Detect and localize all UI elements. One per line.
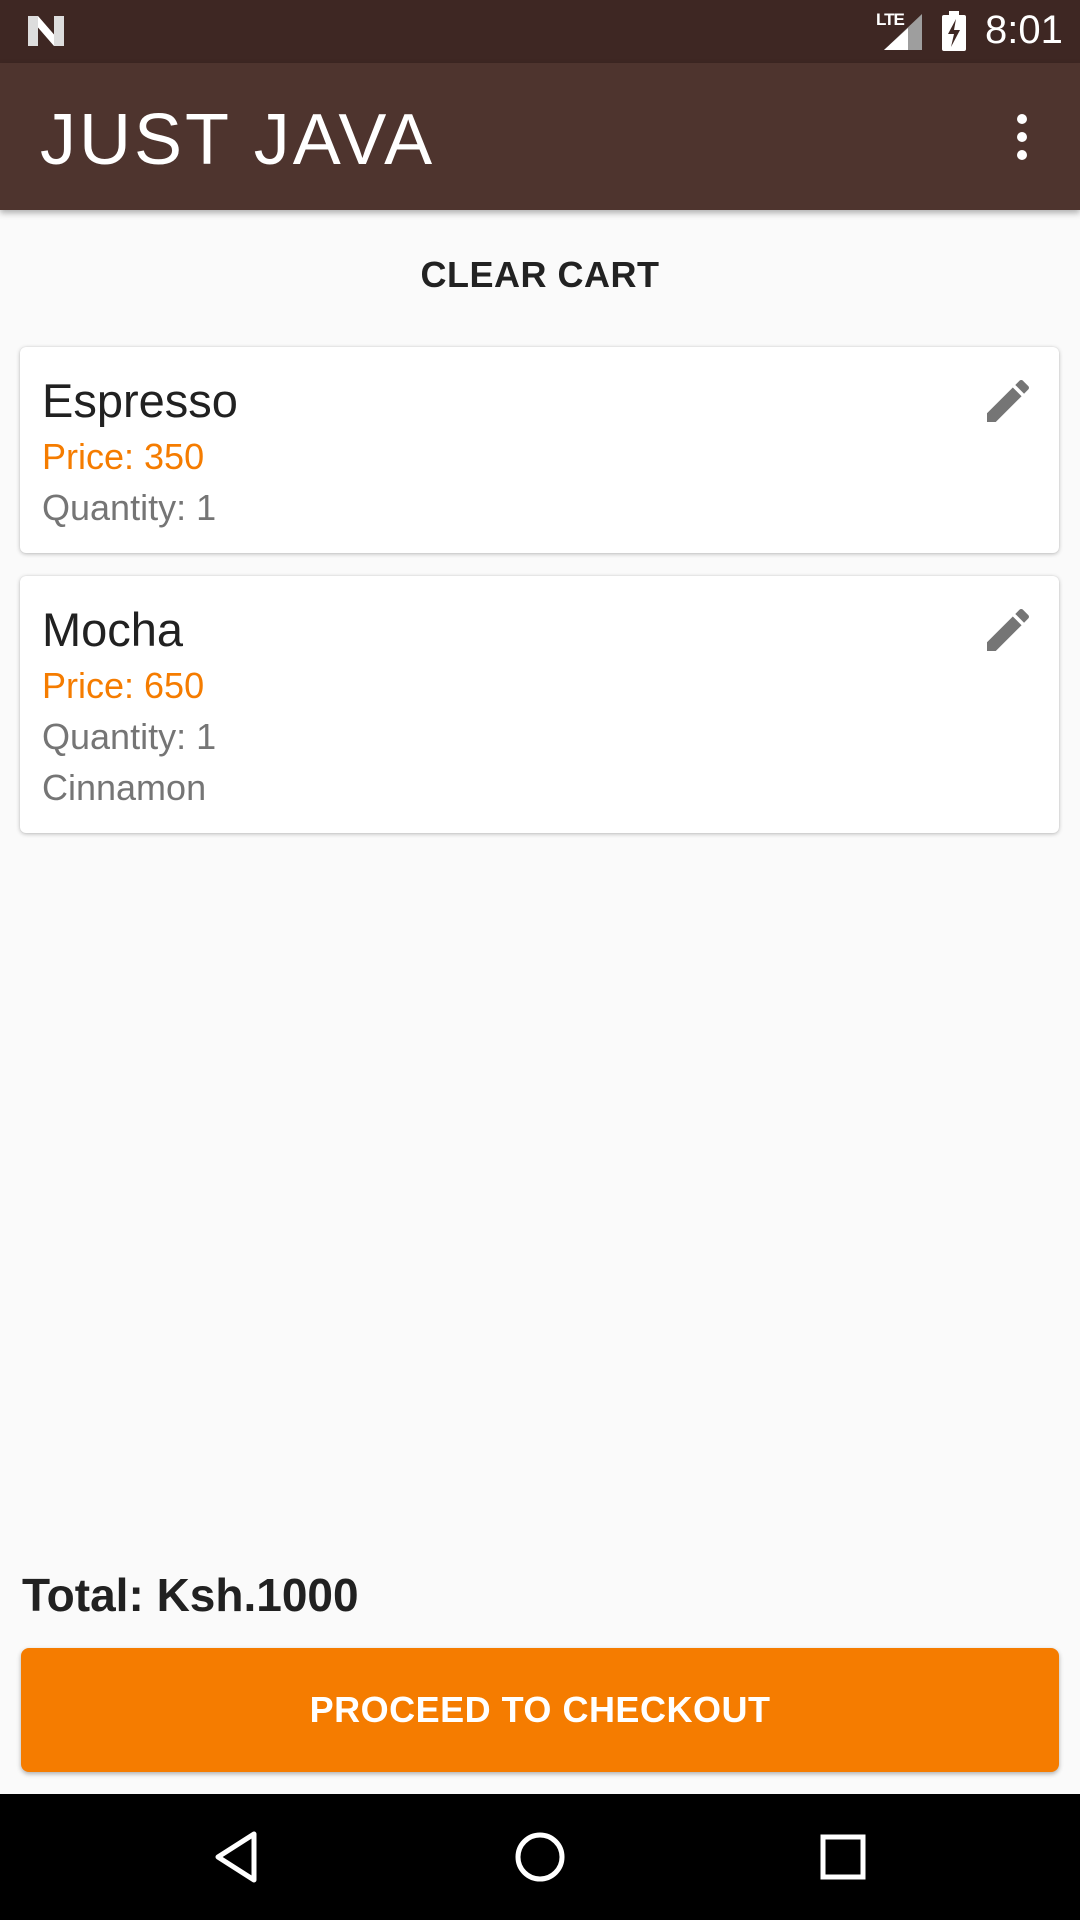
cart-item-quantity: Quantity: 1: [42, 716, 217, 757]
n-logo-icon: [28, 16, 64, 46]
cart-item-quantity: Quantity: 1: [42, 487, 217, 528]
clear-cart-button[interactable]: CLEAR CART: [0, 245, 1080, 305]
cart-total: Total: Ksh.1000: [22, 1569, 359, 1621]
pencil-icon[interactable]: [980, 602, 1036, 658]
cart-item-price: Price: 650: [42, 665, 205, 706]
back-icon[interactable]: [204, 1824, 270, 1890]
cart-item-price: Price: 350: [42, 436, 205, 477]
cart-item-extra: Cinnamon: [42, 767, 207, 808]
cart-item-espresso[interactable]: Espresso Price: 350 Quantity: 1: [20, 347, 1059, 553]
home-icon[interactable]: [507, 1824, 573, 1890]
cart-item-name: Espresso: [42, 374, 238, 427]
more-vert-icon[interactable]: [1000, 109, 1044, 165]
cart-item-name: Mocha: [42, 603, 184, 656]
app-title: JUST JAVA: [40, 100, 436, 180]
cart-item-mocha[interactable]: Mocha Price: 650 Quantity: 1 Cinnamon: [20, 576, 1059, 833]
system-nav-bar: [0, 1794, 1080, 1920]
battery-charging-icon: [942, 11, 966, 51]
pencil-icon[interactable]: [980, 373, 1036, 429]
status-bar: LTE 8:01: [0, 0, 1080, 63]
proceed-to-checkout-button[interactable]: PROCEED TO CHECKOUT: [21, 1648, 1059, 1772]
recents-icon[interactable]: [810, 1824, 876, 1890]
status-clock: 8:01: [985, 8, 1063, 52]
signal-icon: [884, 14, 922, 50]
app-bar: JUST JAVA: [0, 63, 1080, 210]
